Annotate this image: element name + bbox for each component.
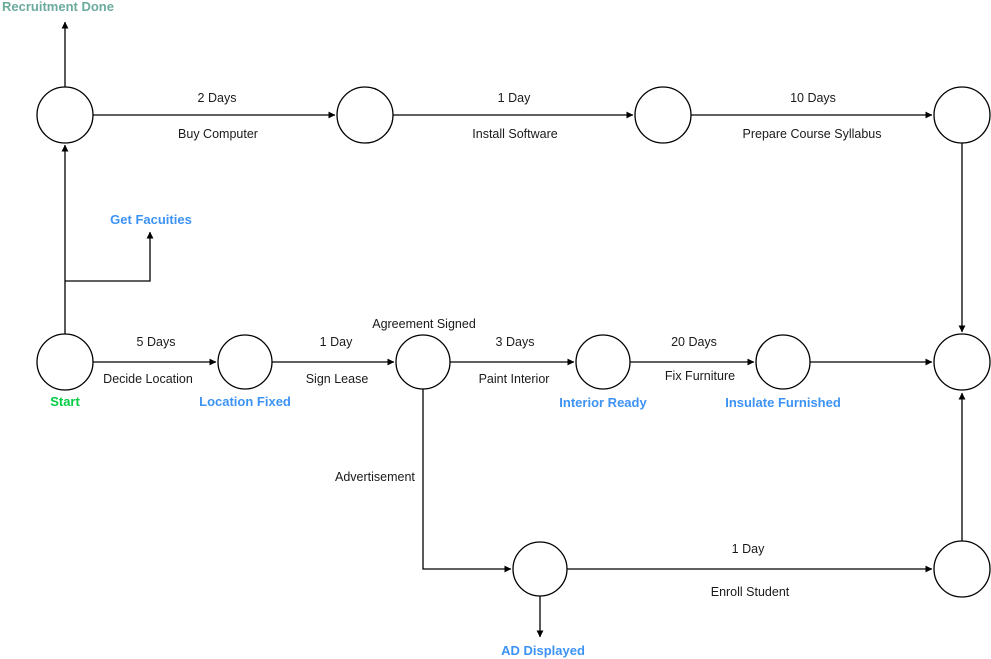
milestone-label-get-facuities: Get Facuities: [110, 212, 192, 227]
duration-prepare-course-syllabus: 10 Days: [790, 91, 836, 105]
node-syllabus-ready[interactable]: [933, 86, 991, 144]
duration-fix-furniture: 20 Days: [671, 335, 717, 349]
milestone-label-start: Start: [50, 394, 80, 409]
activity-advertisement: Advertisement: [335, 470, 415, 484]
diagram-canvas: Recruitment Done Get Facuities Start Loc…: [0, 0, 991, 659]
activity-enroll-student: Enroll Student: [710, 585, 790, 599]
milestone-label-insulate-furnished: Insulate Furnished: [725, 395, 841, 410]
edge-advertisement: [422, 389, 512, 573]
duration-paint-interior: 3 Days: [495, 335, 535, 349]
node-recruitment[interactable]: [36, 86, 94, 144]
activity-fix-furniture: Fix Furniture: [664, 369, 736, 383]
node-start[interactable]: [36, 333, 94, 391]
milestone-label-location-fixed: Location Fixed: [199, 394, 291, 409]
node-software-installed[interactable]: [634, 86, 692, 144]
network-diagram-graphics: [36, 21, 991, 638]
activity-sign-lease: Sign Lease: [305, 372, 369, 386]
activity-prepare-course-syllabus: Prepare Course Syllabus: [742, 127, 882, 141]
duration-enroll-student: 1 Day: [731, 542, 765, 556]
duration-sign-lease: 1 Day: [319, 335, 353, 349]
node-insulate-furnished[interactable]: [755, 334, 811, 390]
milestone-label-interior-ready: Interior Ready: [559, 395, 647, 410]
node-finish[interactable]: [933, 333, 991, 391]
activity-paint-interior: Paint Interior: [478, 372, 550, 386]
activity-decide-location: Decide Location: [103, 372, 193, 386]
milestone-label-ad-displayed: AD Displayed: [501, 643, 585, 658]
duration-buy-computer: 2 Days: [197, 91, 237, 105]
node-enroll[interactable]: [933, 540, 991, 598]
duration-decide-location: 5 Days: [136, 335, 176, 349]
node-agreement-signed[interactable]: [395, 334, 451, 390]
duration-install-software: 1 Day: [497, 91, 531, 105]
node-interior-ready[interactable]: [575, 334, 631, 390]
activity-buy-computer: Buy Computer: [178, 127, 258, 141]
milestone-label-recruitment-done: Recruitment Done: [2, 0, 114, 14]
node-computer-bought[interactable]: [336, 86, 394, 144]
edge-get-facuities: [65, 231, 154, 282]
node-ad-displayed[interactable]: [512, 541, 568, 597]
activity-install-software: Install Software: [472, 127, 558, 141]
milestone-label-agreement-signed: Agreement Signed: [372, 317, 476, 331]
node-location-fixed[interactable]: [217, 334, 273, 390]
